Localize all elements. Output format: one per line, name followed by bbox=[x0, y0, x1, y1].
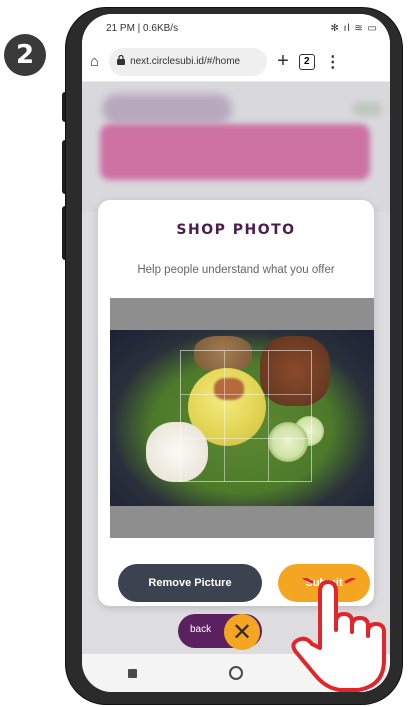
back-label: back bbox=[190, 624, 212, 635]
photo-cropper[interactable] bbox=[110, 298, 374, 538]
more-icon[interactable]: ⋮ bbox=[325, 52, 341, 72]
status-bar: 21 PM | 0.6KB/s ✻ ıl ≋ ▭ bbox=[82, 14, 390, 42]
modal-subtitle: Help people understand what you offer bbox=[137, 264, 335, 276]
step-number-badge: 2 bbox=[4, 34, 46, 76]
modal-title: SHOP PHOTO bbox=[176, 222, 296, 238]
browser-toolbar: ⌂ next.circlesubi.id/#/home + 2 ⋮ bbox=[82, 42, 390, 82]
status-time: 21 PM | 0.6KB/s bbox=[106, 22, 179, 34]
crop-grid[interactable] bbox=[180, 350, 312, 482]
url-text: next.circlesubi.id/#/home bbox=[130, 56, 241, 67]
shop-photo-modal: SHOP PHOTO Help people understand what y… bbox=[98, 200, 374, 606]
tabs-icon[interactable]: 2 bbox=[298, 53, 315, 70]
home-icon[interactable]: ⌂ bbox=[90, 53, 99, 70]
url-field[interactable]: next.circlesubi.id/#/home bbox=[109, 47, 268, 76]
close-icon[interactable]: ✕ bbox=[224, 614, 260, 650]
status-icons: ✻ ıl ≋ ▭ bbox=[330, 22, 378, 34]
home-nav-icon[interactable] bbox=[229, 666, 243, 680]
hand-pointer-icon bbox=[291, 578, 386, 692]
recents-icon[interactable] bbox=[128, 668, 137, 678]
lock-icon bbox=[117, 54, 126, 68]
remove-picture-button[interactable]: Remove Picture bbox=[118, 564, 262, 602]
shop-photo bbox=[110, 330, 374, 506]
plus-icon[interactable]: + bbox=[277, 50, 289, 73]
